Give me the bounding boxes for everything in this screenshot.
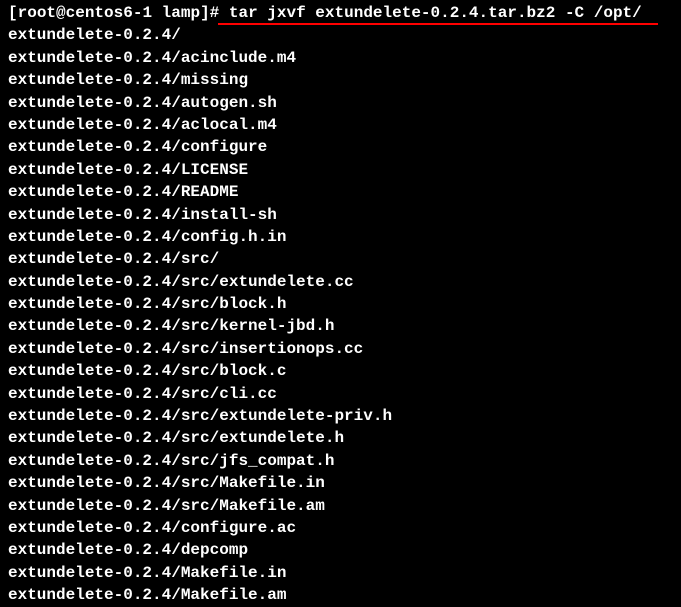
output-line: extundelete-0.2.4/aclocal.m4 — [8, 114, 673, 136]
output-line: extundelete-0.2.4/src/jfs_compat.h — [8, 450, 673, 472]
prompt-directory: lamp — [162, 4, 200, 22]
output-line: extundelete-0.2.4/install-sh — [8, 204, 673, 226]
output-line: extundelete-0.2.4/src/block.c — [8, 360, 673, 382]
prompt-at: @ — [56, 4, 66, 22]
output-line: extundelete-0.2.4/src/extundelete.h — [8, 427, 673, 449]
terminal-output: [root@centos6-1 lamp]# tar jxvf extundel… — [8, 2, 673, 607]
prompt-host: centos6-1 — [66, 4, 152, 22]
output-line: extundelete-0.2.4/depcomp — [8, 539, 673, 561]
output-line: extundelete-0.2.4/src/Makefile.in — [8, 472, 673, 494]
prompt-open-bracket: [ — [8, 4, 18, 22]
output-line: extundelete-0.2.4/configure — [8, 136, 673, 158]
output-line: extundelete-0.2.4/configure.ac — [8, 517, 673, 539]
output-line: extundelete-0.2.4/src/Makefile.am — [8, 495, 673, 517]
output-line: extundelete-0.2.4/src/block.h — [8, 293, 673, 315]
output-line: extundelete-0.2.4/Makefile.in — [8, 562, 673, 584]
prompt-space2 — [219, 4, 229, 22]
output-line: extundelete-0.2.4/src/insertionops.cc — [8, 338, 673, 360]
output-line: extundelete-0.2.4/src/extundelete-priv.h — [8, 405, 673, 427]
output-line: extundelete-0.2.4/Makefile.am — [8, 584, 673, 606]
command-text[interactable]: tar jxvf extundelete-0.2.4.tar.bz2 -C /o… — [229, 4, 642, 22]
output-line: extundelete-0.2.4/config.h.in — [8, 226, 673, 248]
output-line: extundelete-0.2.4/src/kernel-jbd.h — [8, 315, 673, 337]
output-line: extundelete-0.2.4/src/extundelete.cc — [8, 271, 673, 293]
output-line: extundelete-0.2.4/src/cli.cc — [8, 383, 673, 405]
output-line: extundelete-0.2.4/acinclude.m4 — [8, 47, 673, 69]
output-line: extundelete-0.2.4/README — [8, 181, 673, 203]
prompt-symbol: # — [210, 4, 220, 22]
output-line: extundelete-0.2.4/src/ — [8, 248, 673, 270]
prompt-space — [152, 4, 162, 22]
output-line: extundelete-0.2.4/LICENSE — [8, 159, 673, 181]
prompt-close-bracket: ] — [200, 4, 210, 22]
prompt-line: [root@centos6-1 lamp]# tar jxvf extundel… — [8, 2, 642, 24]
output-line: extundelete-0.2.4/autogen.sh — [8, 92, 673, 114]
output-line: extundelete-0.2.4/missing — [8, 69, 673, 91]
prompt-user: root — [18, 4, 56, 22]
red-underline-annotation — [218, 23, 658, 25]
output-line: extundelete-0.2.4/ — [8, 24, 673, 46]
